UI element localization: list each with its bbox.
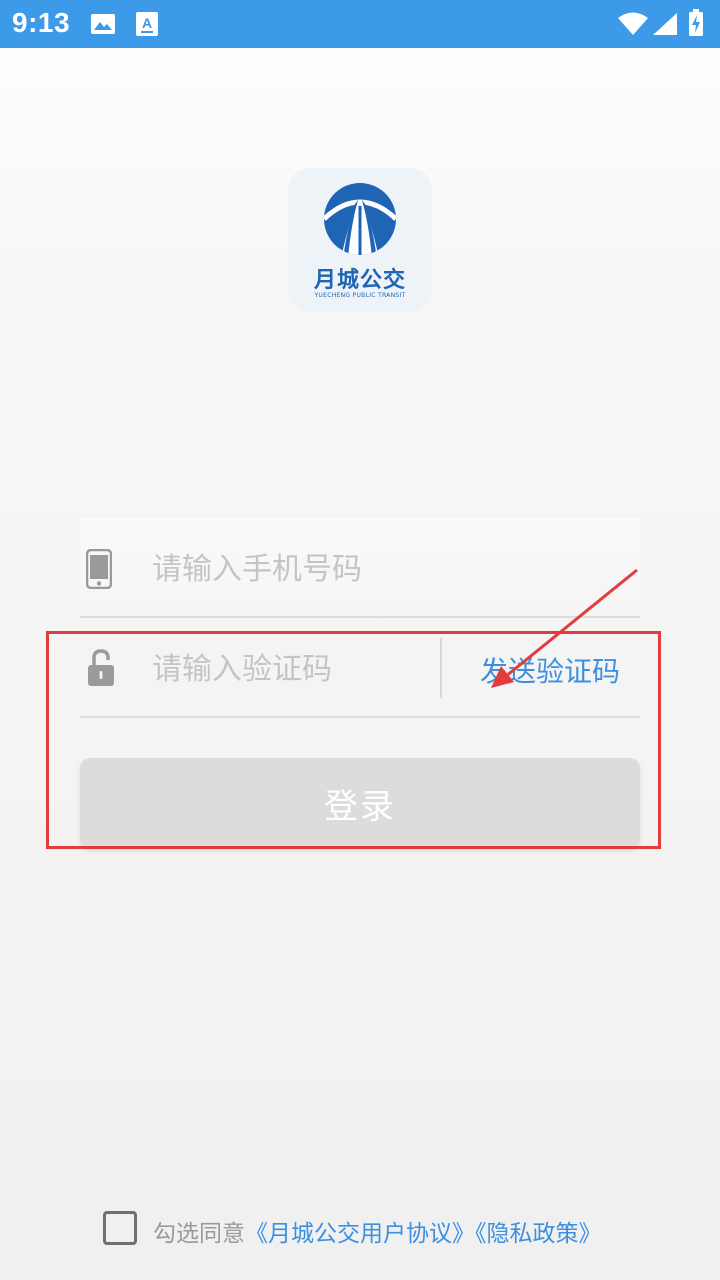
agreement-prefix: 勾选同意 [153, 1221, 245, 1247]
privacy-policy-link[interactable]: 《隐私政策》 [475, 1221, 602, 1247]
user-agreement-link[interactable]: 《月城公交用户协议》 [245, 1221, 475, 1247]
annotation-arrow-icon [491, 568, 638, 688]
agreement-checkbox[interactable] [103, 1211, 137, 1245]
agreement-text: 勾选同意《月城公交用户协议》《隐私政策》 [153, 1214, 602, 1248]
